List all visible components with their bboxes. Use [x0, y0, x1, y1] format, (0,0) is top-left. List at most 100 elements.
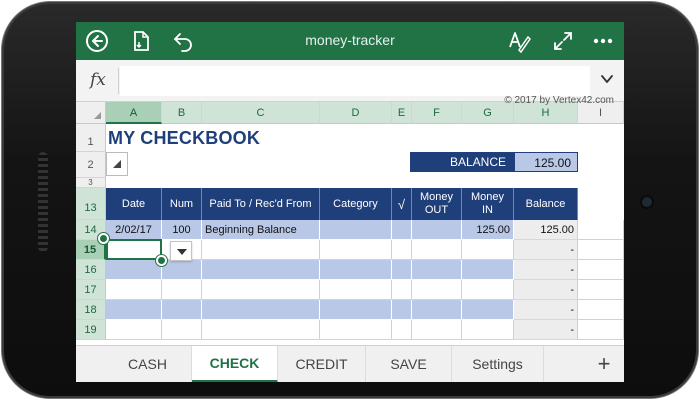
cell-payee-row-17[interactable]	[202, 280, 320, 300]
cell-date-row-16[interactable]	[106, 260, 162, 280]
cell-out-row-19[interactable]	[412, 320, 462, 340]
balance-value[interactable]: 125.00	[514, 152, 578, 172]
paste-options-widget[interactable]	[106, 152, 128, 176]
checkbook-title: MY CHECKBOOK	[108, 128, 261, 148]
cell-num-row-17[interactable]	[162, 280, 202, 300]
cell-payee-row-15[interactable]	[202, 240, 320, 260]
dropdown-arrow-icon	[177, 249, 187, 255]
chevron-down-icon[interactable]	[600, 72, 614, 91]
column-header-f[interactable]: F	[412, 102, 462, 124]
title-bar: money-tracker	[76, 22, 624, 60]
cell-num-row-19[interactable]	[162, 320, 202, 340]
row-header-16[interactable]: 16	[76, 260, 106, 280]
cell-check-row-17[interactable]	[392, 280, 412, 300]
cell-num-row-16[interactable]	[162, 260, 202, 280]
select-all-corner[interactable]	[76, 102, 106, 124]
cell-category-row-19[interactable]	[320, 320, 392, 340]
cell-balance-row-15[interactable]: -	[514, 240, 578, 260]
column-header-a[interactable]: A	[106, 102, 162, 124]
formula-divider	[118, 68, 119, 94]
cell-out-row-18[interactable]	[412, 300, 462, 320]
selected-cell-a15[interactable]	[106, 239, 162, 260]
balance-label: BALANCE	[410, 152, 514, 172]
cell-category-row-18[interactable]	[320, 300, 392, 320]
cell-in-row-17[interactable]	[462, 280, 514, 300]
cell-payee-row-14[interactable]: Beginning Balance	[202, 220, 320, 240]
header-date: Date	[106, 188, 162, 220]
fullscreen-icon[interactable]	[550, 28, 576, 54]
cell-check-row-19[interactable]	[392, 320, 412, 340]
cell-date-row-14[interactable]: 2/02/17	[106, 220, 162, 240]
row-header-18[interactable]: 18	[76, 300, 106, 320]
cell-check-row-15[interactable]	[392, 240, 412, 260]
cell-in-row-14[interactable]: 125.00	[462, 220, 514, 240]
row-header-3[interactable]: 3	[76, 178, 106, 188]
column-header-d[interactable]: D	[320, 102, 392, 124]
tab-settings[interactable]: Settings	[452, 346, 544, 382]
cell-i-row-17[interactable]	[578, 280, 624, 300]
row-header-13[interactable]: 13	[76, 188, 106, 220]
cell-i-row-19[interactable]	[578, 320, 624, 340]
cell-num-row-14[interactable]: 100	[162, 220, 202, 240]
row-header-1[interactable]: 1	[76, 124, 106, 152]
add-sheet-button[interactable]: +	[584, 346, 624, 382]
tab-cash[interactable]: CASH	[104, 346, 192, 382]
selection-handle-end[interactable]	[156, 255, 167, 266]
cell-payee-row-18[interactable]	[202, 300, 320, 320]
column-header-c[interactable]: C	[202, 102, 320, 124]
cell-i-row-14[interactable]	[578, 220, 624, 240]
row-header-2[interactable]: 2	[76, 152, 106, 178]
cell-out-row-17[interactable]	[412, 280, 462, 300]
cell-date-row-19[interactable]	[106, 320, 162, 340]
cell-category-row-14[interactable]	[320, 220, 392, 240]
more-dots-icon[interactable]	[590, 28, 616, 54]
cell-i-row-16[interactable]	[578, 260, 624, 280]
header-money-out: Money OUT	[412, 188, 462, 220]
document-title: money-tracker	[305, 32, 395, 48]
header-num: Num	[162, 188, 202, 220]
cell-date-row-17[interactable]	[106, 280, 162, 300]
header-payee: Paid To / Rec'd From	[202, 188, 320, 220]
cell-check-row-18[interactable]	[392, 300, 412, 320]
cell-in-row-18[interactable]	[462, 300, 514, 320]
cell-payee-row-19[interactable]	[202, 320, 320, 340]
row-header-19[interactable]: 19	[76, 320, 106, 340]
app-screen: money-tracker fx A B C D E F G H I © 201…	[76, 22, 624, 382]
cell-in-row-16[interactable]	[462, 260, 514, 280]
cell-in-row-19[interactable]	[462, 320, 514, 340]
cell-dropdown-button[interactable]	[170, 241, 192, 261]
cell-out-row-14[interactable]	[412, 220, 462, 240]
cell-out-row-15[interactable]	[412, 240, 462, 260]
phone-frame: money-tracker fx A B C D E F G H I © 201…	[2, 2, 698, 398]
header-money-in: Money IN	[462, 188, 514, 220]
cell-payee-row-16[interactable]	[202, 260, 320, 280]
phone-camera	[642, 197, 652, 207]
cell-balance-row-16[interactable]: -	[514, 260, 578, 280]
cell-balance-row-14[interactable]: 125.00	[514, 220, 578, 240]
cell-check-row-16[interactable]	[392, 260, 412, 280]
cell-category-row-17[interactable]	[320, 280, 392, 300]
cell-date-row-18[interactable]	[106, 300, 162, 320]
cell-category-row-16[interactable]	[320, 260, 392, 280]
cell-i-row-18[interactable]	[578, 300, 624, 320]
column-header-e[interactable]: E	[392, 102, 412, 124]
cell-balance-row-19[interactable]: -	[514, 320, 578, 340]
cell-balance-row-18[interactable]: -	[514, 300, 578, 320]
tab-credit[interactable]: CREDIT	[278, 346, 366, 382]
cell-in-row-15[interactable]	[462, 240, 514, 260]
edit-pen-icon[interactable]	[506, 28, 532, 54]
row-header-17[interactable]: 17	[76, 280, 106, 300]
cell-balance-row-17[interactable]: -	[514, 280, 578, 300]
cell-out-row-16[interactable]	[412, 260, 462, 280]
cell-i-row-15[interactable]	[578, 240, 624, 260]
formula-input[interactable]	[120, 66, 590, 96]
header-balance: Balance	[514, 188, 578, 220]
cell-check-row-14[interactable]	[392, 220, 412, 240]
selection-handle-start[interactable]	[98, 233, 109, 244]
column-header-b[interactable]: B	[162, 102, 202, 124]
header-check: √	[392, 188, 412, 220]
cell-num-row-18[interactable]	[162, 300, 202, 320]
tab-check[interactable]: CHECK	[192, 346, 278, 382]
cell-category-row-15[interactable]	[320, 240, 392, 260]
tab-save[interactable]: SAVE	[366, 346, 452, 382]
